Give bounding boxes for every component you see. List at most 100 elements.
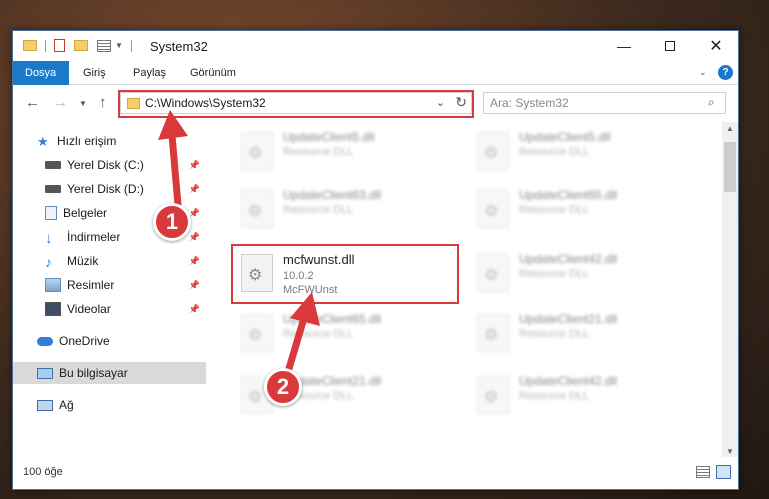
file-name: UpdateClient42.dll	[519, 252, 618, 266]
pin-icon[interactable]: 📌	[189, 232, 200, 243]
ribbon-tabs: Dosya Giriş Paylaş Görünüm ⌄ ?	[13, 61, 738, 85]
file-description: Resource DLL	[283, 328, 354, 340]
pin-icon[interactable]: 📌	[189, 184, 200, 195]
search-icon[interactable]: ⌕	[708, 95, 715, 110]
document-icon	[45, 206, 57, 220]
dll-file-icon	[477, 254, 509, 292]
dll-file-icon	[241, 314, 273, 352]
sidebar-item-pictures[interactable]: Resimler 📌	[13, 274, 206, 296]
chevron-down-icon[interactable]: ⌄	[699, 67, 707, 78]
close-button[interactable]: ✕	[693, 31, 739, 61]
sidebar-item-label: Bu bilgisayar	[59, 366, 128, 380]
separator	[45, 39, 46, 52]
dll-file-icon	[477, 132, 509, 170]
file-name: UpdateClient65.dll	[283, 312, 382, 326]
file-description: Resource DLL	[519, 390, 590, 402]
item-count: 100 öğe	[23, 466, 63, 478]
sidebar-item-label: OneDrive	[59, 334, 110, 348]
pin-icon[interactable]: 📌	[189, 160, 200, 171]
minimize-icon: —	[617, 38, 631, 54]
list-item[interactable]: UpdateClient63.dll Resource DLL	[235, 184, 455, 234]
address-bar-highlight	[118, 90, 474, 118]
vertical-scrollbar[interactable]: ▲ ▼	[722, 122, 738, 458]
sidebar-item-network[interactable]: Ağ	[13, 394, 206, 416]
list-item[interactable]: UpdateClient42.dll Resource DLL	[471, 248, 691, 298]
file-description: Resource DLL	[519, 328, 590, 340]
download-icon: ↓	[45, 230, 53, 247]
file-description: Resource DLL	[283, 204, 354, 216]
file-name: UpdateClient63.dll	[283, 188, 382, 202]
large-icons-view-icon[interactable]	[716, 465, 731, 479]
scroll-up-icon[interactable]: ▲	[726, 124, 734, 133]
up-arrow-icon[interactable]: ↑	[99, 94, 107, 111]
sidebar-item-onedrive[interactable]: OneDrive	[13, 330, 206, 352]
separator	[130, 39, 132, 52]
dll-file-icon	[241, 190, 273, 228]
drive-icon	[45, 161, 61, 169]
list-item[interactable]: UpdateClient42.dll Resource DLL	[471, 370, 691, 420]
search-input[interactable]: Ara: System32	[483, 92, 726, 114]
navigation-pane: ★ Hızlı erişim Yerel Disk (C:) 📌 Yerel D…	[13, 122, 206, 458]
music-icon: ♪	[45, 254, 52, 270]
sidebar-item-local-disk-d[interactable]: Yerel Disk (D:) 📌	[13, 178, 206, 200]
scroll-down-icon[interactable]: ▼	[726, 447, 734, 456]
help-icon[interactable]: ?	[718, 65, 733, 80]
back-arrow-icon[interactable]: ←	[25, 94, 40, 111]
pin-icon[interactable]: 📌	[189, 280, 200, 291]
folder-icon[interactable]	[23, 40, 37, 51]
customize-icon[interactable]	[97, 39, 111, 52]
scrollbar-thumb[interactable]	[724, 142, 736, 192]
sidebar-item-label: Ağ	[59, 398, 74, 412]
minimize-button[interactable]: —	[601, 31, 647, 61]
picture-icon	[45, 278, 61, 292]
dll-file-icon	[477, 376, 509, 414]
pin-icon[interactable]: 📌	[189, 304, 200, 315]
file-name: UpdateClient65.dll	[519, 188, 618, 202]
list-item[interactable]: UpdateClient65.dll Resource DLL	[235, 308, 455, 358]
file-description: Resource DLL	[519, 204, 590, 216]
sidebar-item-this-pc[interactable]: Bu bilgisayar	[13, 362, 206, 384]
dll-file-icon	[477, 314, 509, 352]
file-description: Resource DLL	[283, 146, 354, 158]
list-item[interactable]: UpdateClient5.dll Resource DLL	[471, 126, 691, 176]
step-1-badge: 1	[153, 203, 191, 241]
dll-file-icon	[477, 190, 509, 228]
new-folder-icon[interactable]	[74, 40, 88, 51]
file-name: UpdateClient42.dll	[519, 374, 618, 388]
close-icon: ✕	[709, 38, 723, 55]
sidebar-item-label: Hızlı erişim	[57, 134, 117, 148]
sidebar-item-label: İndirmeler	[67, 230, 121, 244]
title-bar: ▼ System32 — ✕	[13, 31, 738, 61]
maximize-button[interactable]	[647, 31, 693, 61]
details-view-icon[interactable]	[696, 466, 710, 478]
sidebar-item-label: Belgeler	[63, 206, 108, 220]
properties-icon[interactable]	[54, 39, 65, 52]
window-title: System32	[150, 39, 208, 54]
chevron-down-icon[interactable]: ▼	[115, 41, 123, 50]
sidebar-item-quick-access[interactable]: ★ Hızlı erişim	[13, 130, 206, 152]
tab-file[interactable]: Dosya	[13, 61, 69, 85]
sidebar-item-label: Resimler	[67, 278, 115, 292]
network-icon	[37, 399, 53, 411]
tab-share[interactable]: Paylaş	[121, 61, 178, 85]
star-icon: ★	[37, 134, 49, 149]
file-description: Resource DLL	[519, 268, 590, 280]
list-item[interactable]: UpdateClient65.dll Resource DLL	[471, 184, 691, 234]
sidebar-item-label: Videolar	[67, 302, 111, 316]
sidebar-item-local-disk-c[interactable]: Yerel Disk (C:) 📌	[13, 154, 206, 176]
sidebar-item-music[interactable]: ♪ Müzik 📌	[13, 250, 206, 272]
tab-home[interactable]: Giriş	[71, 61, 118, 85]
video-icon	[45, 302, 61, 316]
recent-locations-icon[interactable]: ▼	[79, 99, 87, 108]
forward-arrow-icon[interactable]: →	[53, 94, 68, 111]
sidebar-item-label: Müzik	[67, 254, 99, 268]
sidebar-item-label: Yerel Disk (D:)	[67, 182, 144, 196]
file-name: UpdateClient21.dll	[519, 312, 618, 326]
step-2-badge: 2	[264, 368, 302, 406]
pin-icon[interactable]: 📌	[189, 256, 200, 267]
list-item[interactable]: UpdateClient21.dll Resource DLL	[471, 308, 691, 358]
list-item[interactable]: UpdateClient5.dll Resource DLL	[235, 126, 455, 176]
tab-view[interactable]: Görünüm	[178, 61, 248, 85]
status-bar: 100 öğe	[13, 457, 738, 489]
sidebar-item-videos[interactable]: Videolar 📌	[13, 298, 206, 320]
